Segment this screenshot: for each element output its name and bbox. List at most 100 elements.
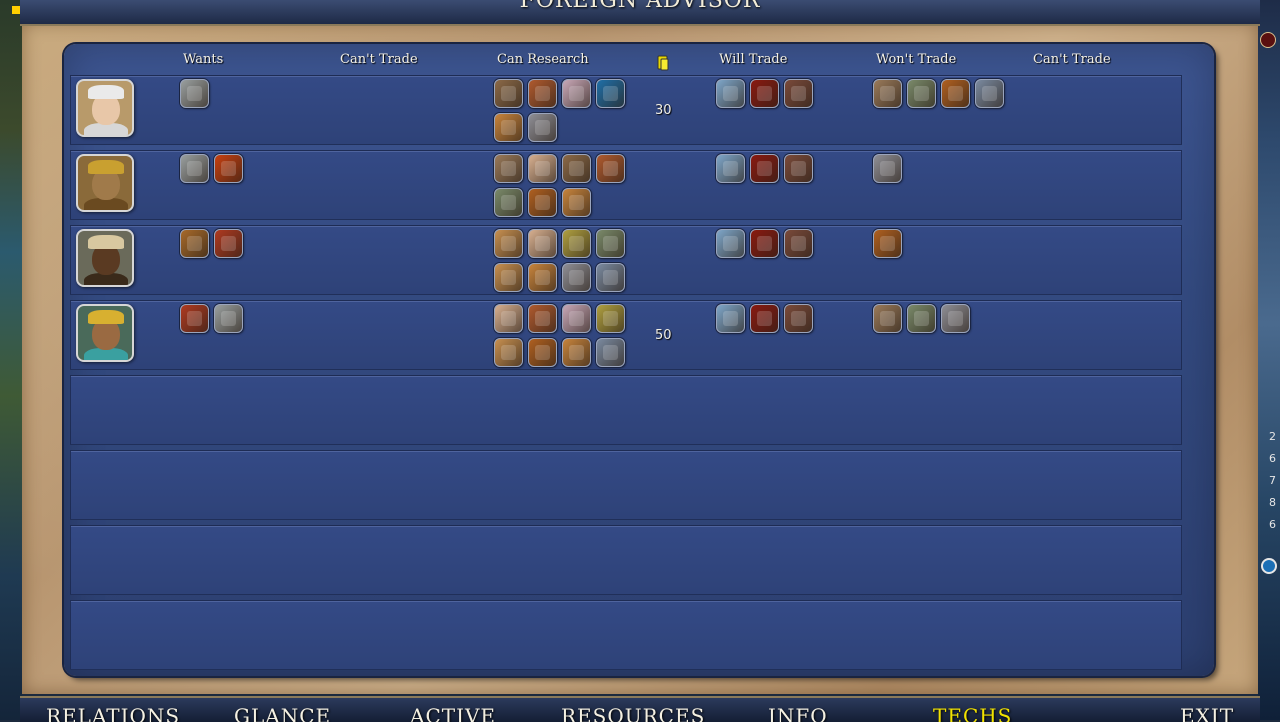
will-trade-tech-icon[interactable] <box>784 304 813 333</box>
map-readout-number: 7 <box>1269 474 1276 487</box>
wont-trade-tech-icon[interactable] <box>907 79 936 108</box>
wants-tech-icon[interactable] <box>214 229 243 258</box>
can-research-tech-icon[interactable] <box>562 154 591 183</box>
will-trade-tech-icon[interactable] <box>784 79 813 108</box>
can-research-tech-icon[interactable] <box>562 263 591 292</box>
will-trade-tech-icon[interactable] <box>716 154 745 183</box>
gold-amount: 50 <box>655 328 672 343</box>
can-research-tech-icon[interactable] <box>528 79 557 108</box>
map-readout-number: 6 <box>1269 518 1276 531</box>
empty-row <box>70 525 1182 595</box>
leader-garment <box>84 198 128 210</box>
can-research-tech-icon[interactable] <box>494 188 523 217</box>
map-readout-number: 8 <box>1269 496 1276 509</box>
can-research-tech-icon[interactable] <box>494 263 523 292</box>
nav-active-button[interactable]: ACTIVE <box>410 704 496 722</box>
empty-row <box>70 450 1182 520</box>
leader-headdress <box>88 310 124 324</box>
wants-tech-icon[interactable] <box>180 304 209 333</box>
game-map-left-edge <box>0 0 22 720</box>
will-trade-tech-icon[interactable] <box>750 79 779 108</box>
gold-amount: 30 <box>655 103 672 118</box>
will-trade-tech-icon[interactable] <box>716 229 745 258</box>
can-research-tech-icon[interactable] <box>596 338 625 367</box>
will-trade-tech-icon[interactable] <box>784 154 813 183</box>
col-header-cant-trade: Can't Trade <box>340 52 418 67</box>
leader-garment <box>84 348 128 360</box>
zoom-icon[interactable] <box>1261 558 1277 574</box>
col-header-wants: Wants <box>183 52 224 67</box>
can-research-tech-icon[interactable] <box>562 79 591 108</box>
nav-exit-button[interactable]: EXIT <box>1180 704 1234 722</box>
empty-row <box>70 375 1182 445</box>
can-research-tech-icon[interactable] <box>528 154 557 183</box>
can-research-tech-icon[interactable] <box>562 188 591 217</box>
can-research-tech-icon[interactable] <box>596 229 625 258</box>
wont-trade-tech-icon[interactable] <box>873 79 902 108</box>
will-trade-tech-icon[interactable] <box>750 304 779 333</box>
nav-relations-button[interactable]: RELATIONS <box>46 704 180 722</box>
will-trade-tech-icon[interactable] <box>784 229 813 258</box>
nav-resources-button[interactable]: RESOURCES <box>561 704 705 722</box>
wants-tech-icon[interactable] <box>180 229 209 258</box>
gold-icon <box>657 55 669 71</box>
can-research-tech-icon[interactable] <box>494 304 523 333</box>
can-research-tech-icon[interactable] <box>494 229 523 258</box>
wont-trade-tech-icon[interactable] <box>907 304 936 333</box>
can-research-tech-icon[interactable] <box>528 338 557 367</box>
will-trade-tech-icon[interactable] <box>750 154 779 183</box>
nav-glance-button[interactable]: GLANCE <box>234 704 331 722</box>
col-header-will-trade: Will Trade <box>719 52 788 67</box>
close-icon[interactable] <box>1260 32 1276 48</box>
notification-icon[interactable] <box>12 6 20 14</box>
can-research-tech-icon[interactable] <box>596 79 625 108</box>
wants-tech-icon[interactable] <box>214 154 243 183</box>
can-research-tech-icon[interactable] <box>528 263 557 292</box>
bottom-nav-bar: RELATIONS GLANCE ACTIVE RESOURCES INFO TECHS E… <box>20 696 1260 722</box>
wont-trade-tech-icon[interactable] <box>873 229 902 258</box>
can-research-tech-icon[interactable] <box>494 79 523 108</box>
will-trade-tech-icon[interactable] <box>750 229 779 258</box>
col-header-can-research: Can Research <box>497 52 589 67</box>
can-research-tech-icon[interactable] <box>562 338 591 367</box>
col-header-cant-trade-2: Can't Trade <box>1033 52 1111 67</box>
can-research-tech-icon[interactable] <box>494 154 523 183</box>
wont-trade-tech-icon[interactable] <box>941 79 970 108</box>
wont-trade-tech-icon[interactable] <box>975 79 1004 108</box>
can-research-tech-icon[interactable] <box>562 229 591 258</box>
wont-trade-tech-icon[interactable] <box>941 304 970 333</box>
window-title: FOREIGN ADVISOR <box>519 0 761 13</box>
leader-portrait-1[interactable] <box>76 79 134 137</box>
empty-row <box>70 600 1182 670</box>
wants-tech-icon[interactable] <box>180 154 209 183</box>
will-trade-tech-icon[interactable] <box>716 79 745 108</box>
can-research-tech-icon[interactable] <box>528 113 557 142</box>
can-research-tech-icon[interactable] <box>528 304 557 333</box>
leader-garment <box>84 123 128 135</box>
wants-tech-icon[interactable] <box>180 79 209 108</box>
can-research-tech-icon[interactable] <box>596 304 625 333</box>
wont-trade-tech-icon[interactable] <box>873 304 902 333</box>
leader-portrait-3[interactable] <box>76 229 134 287</box>
leader-headdress <box>88 235 124 249</box>
leader-headdress <box>88 85 124 99</box>
can-research-tech-icon[interactable] <box>494 338 523 367</box>
leader-portrait-2[interactable] <box>76 154 134 212</box>
can-research-tech-icon[interactable] <box>494 113 523 142</box>
will-trade-tech-icon[interactable] <box>716 304 745 333</box>
wants-tech-icon[interactable] <box>214 304 243 333</box>
wont-trade-tech-icon[interactable] <box>873 154 902 183</box>
leader-portrait-4[interactable] <box>76 304 134 362</box>
can-research-tech-icon[interactable] <box>528 188 557 217</box>
can-research-tech-icon[interactable] <box>596 263 625 292</box>
can-research-tech-icon[interactable] <box>596 154 625 183</box>
leader-headdress <box>88 160 124 174</box>
can-research-tech-icon[interactable] <box>562 304 591 333</box>
nav-info-button[interactable]: INFO <box>768 704 828 722</box>
leader-garment <box>84 273 128 285</box>
game-map-right-edge: 2 6 7 8 6 <box>1258 0 1280 720</box>
map-readout-number: 6 <box>1269 452 1276 465</box>
col-header-wont-trade: Won't Trade <box>876 52 957 67</box>
can-research-tech-icon[interactable] <box>528 229 557 258</box>
nav-techs-button[interactable]: TECHS <box>933 704 1012 722</box>
